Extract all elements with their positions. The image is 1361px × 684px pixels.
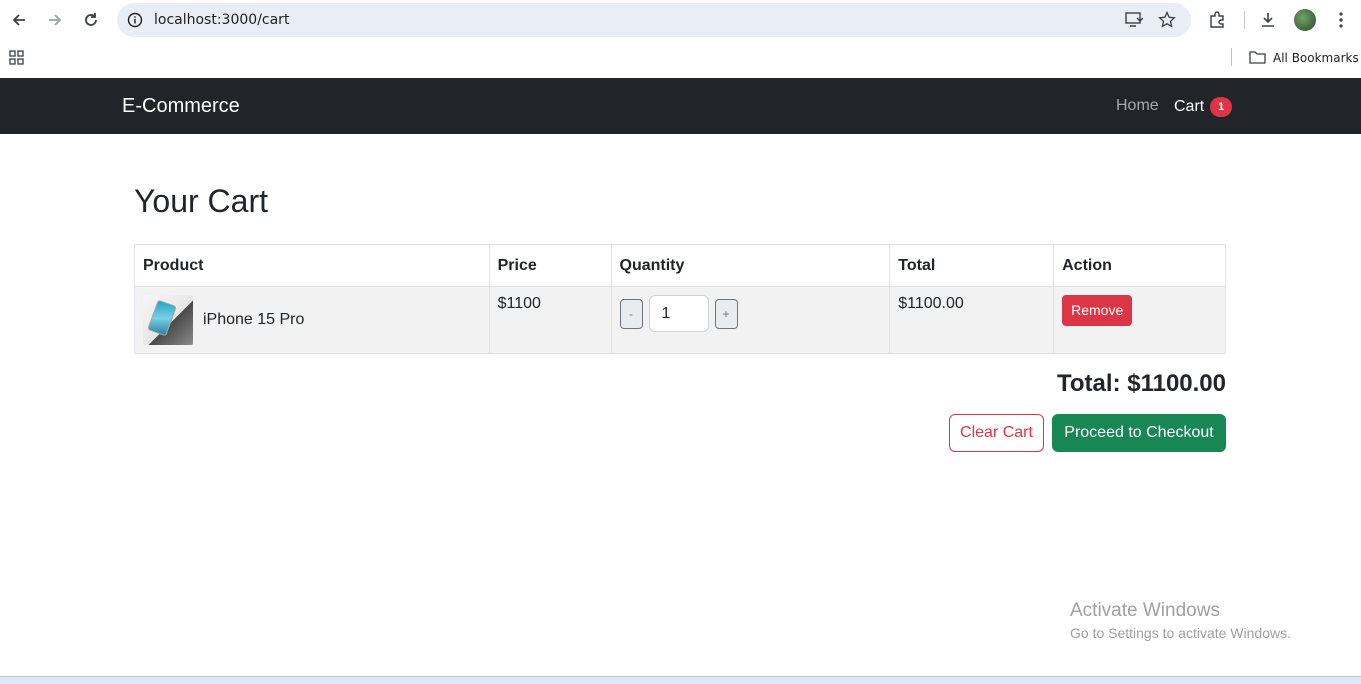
- row-total-cell: $1100.00: [889, 286, 1055, 354]
- table-row: iPhone 15 Pro $1100 - 1 + $1100.00 Remov…: [134, 286, 1226, 354]
- watermark-title: Activate Windows: [1070, 600, 1220, 621]
- all-bookmarks-button[interactable]: All Bookmarks: [1249, 48, 1359, 68]
- quantity-input[interactable]: 1: [648, 295, 709, 332]
- download-icon[interactable]: [1256, 8, 1280, 32]
- bookmarks-divider: [1231, 48, 1232, 66]
- browser-toolbar: localhost:3000/cart: [0, 0, 1361, 40]
- nav-cart-label: Cart: [1174, 98, 1205, 115]
- product-image: [143, 295, 193, 345]
- url-text[interactable]: localhost:3000/cart: [154, 12, 289, 28]
- watermark-subtitle: Go to Settings to activate Windows.: [1070, 625, 1291, 641]
- forward-icon[interactable]: [43, 8, 67, 32]
- header-product: Product: [134, 244, 490, 287]
- header-price: Price: [488, 244, 612, 287]
- apps-grid-icon[interactable]: [8, 49, 26, 67]
- bookmarks-bar: All Bookmarks: [0, 40, 1361, 78]
- header-quantity: Quantity: [610, 244, 891, 287]
- cart-grand-total: Total: $1100.00: [1057, 370, 1226, 397]
- header-total: Total: [889, 244, 1055, 287]
- product-cell: iPhone 15 Pro: [134, 286, 490, 354]
- site-navbar: E-Commerce Home Cart 1: [0, 78, 1361, 134]
- cart-count-badge: 1: [1210, 97, 1233, 117]
- profile-avatar[interactable]: [1294, 9, 1316, 31]
- decrease-quantity-button[interactable]: -: [619, 298, 643, 329]
- activate-windows-watermark: Activate Windows Go to Settings to activ…: [1070, 600, 1291, 641]
- site-info-icon[interactable]: [125, 10, 145, 30]
- bookmark-star-icon[interactable]: [1157, 10, 1177, 30]
- address-bar[interactable]: localhost:3000/cart: [117, 3, 1191, 37]
- remove-button[interactable]: Remove: [1062, 295, 1133, 326]
- product-name: iPhone 15 Pro: [203, 311, 305, 328]
- action-cell: Remove: [1053, 286, 1226, 354]
- cart-table: Product Price Quantity Total Action iPho…: [134, 244, 1226, 354]
- toolbar-divider: [1244, 11, 1245, 29]
- nav-cart-link[interactable]: Cart 1: [1174, 97, 1233, 117]
- brand-link[interactable]: E-Commerce: [122, 95, 240, 118]
- quantity-stepper: - 1 +: [619, 295, 882, 332]
- page-title: Your Cart: [134, 183, 268, 219]
- table-header-row: Product Price Quantity Total Action: [134, 244, 1226, 287]
- all-bookmarks-label: All Bookmarks: [1273, 51, 1359, 65]
- install-app-icon[interactable]: [1124, 10, 1144, 30]
- menu-kebab-icon[interactable]: [1329, 8, 1353, 32]
- back-icon[interactable]: [7, 8, 31, 32]
- clear-cart-button[interactable]: Clear Cart: [949, 414, 1044, 452]
- header-action: Action: [1053, 244, 1226, 287]
- proceed-to-checkout-button[interactable]: Proceed to Checkout: [1052, 414, 1226, 452]
- extensions-icon[interactable]: [1205, 8, 1229, 32]
- quantity-cell: - 1 +: [610, 286, 891, 354]
- nav-home-link[interactable]: Home: [1116, 97, 1159, 115]
- price-cell: $1100: [488, 286, 612, 354]
- increase-quantity-button[interactable]: +: [714, 298, 738, 329]
- taskbar-edge: [0, 676, 1361, 684]
- folder-icon: [1249, 50, 1266, 67]
- reload-icon[interactable]: [79, 8, 103, 32]
